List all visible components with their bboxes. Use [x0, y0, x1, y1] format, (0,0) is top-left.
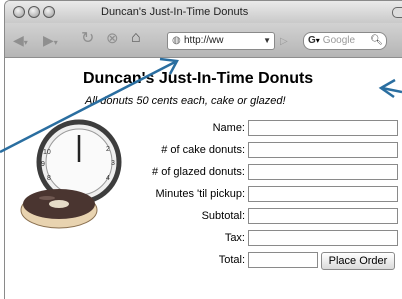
clock-donut-illustration: 10 9 8 2 3 4	[20, 119, 122, 229]
clock-numeral: 3	[111, 160, 115, 167]
pickup-minutes-input[interactable]	[248, 186, 398, 202]
arrow-left-icon: ◀	[13, 32, 24, 48]
go-icon: ▷	[280, 36, 288, 47]
search-field[interactable]: G▾ Google 🔍︎	[303, 32, 387, 50]
form-label: Total:	[218, 254, 245, 266]
glazed-donuts-input[interactable]	[248, 164, 398, 180]
clock-numeral: 9	[41, 161, 45, 168]
home-icon: ⌂	[131, 29, 141, 46]
form-label: Minutes 'til pickup:	[155, 188, 245, 200]
reload-button[interactable]: ↻	[81, 30, 95, 47]
toolbar-toggle-button[interactable]	[392, 7, 402, 18]
forward-button[interactable]: ▶▾	[43, 33, 58, 50]
cake-donuts-input[interactable]	[248, 142, 398, 158]
reload-icon: ↻	[81, 30, 95, 47]
tax-field	[248, 230, 398, 246]
page-heading: Duncan's Just-In-Time Donuts	[83, 70, 314, 87]
address-bar[interactable]: ◍ http://ww ▼	[167, 32, 275, 50]
clock-numeral: 8	[47, 175, 51, 182]
subtotal-field	[248, 208, 398, 224]
form-label: Tax:	[224, 232, 245, 244]
browser-window: Duncan's Just-In-Time Donuts ◀▾ ▶▾ ↻ ⊗ ⌂…	[4, 0, 402, 299]
stop-icon: ⊗	[106, 30, 119, 47]
stop-button[interactable]: ⊗	[106, 30, 119, 47]
name-input[interactable]	[248, 120, 398, 136]
window-title: Duncan's Just-In-Time Donuts	[101, 6, 249, 18]
go-button[interactable]: ▷	[280, 36, 288, 47]
home-button[interactable]: ⌂	[131, 29, 141, 46]
url-history-dropdown-icon[interactable]: ▼	[263, 33, 271, 49]
form-label: # of glazed donuts:	[152, 166, 245, 178]
close-window-button[interactable]	[13, 6, 25, 18]
donut-icon	[20, 189, 98, 229]
back-button[interactable]: ◀▾	[13, 33, 28, 50]
form-label: Subtotal:	[201, 210, 245, 222]
zoom-window-button[interactable]	[43, 6, 55, 18]
search-placeholder: Google	[322, 35, 356, 46]
form-label: # of cake donuts:	[161, 144, 245, 156]
search-engine-selector[interactable]: G	[308, 35, 316, 46]
minimize-window-button[interactable]	[28, 6, 40, 18]
globe-icon: ◍	[172, 35, 181, 46]
total-field	[248, 252, 318, 268]
browser-toolbar: ◀▾ ▶▾ ↻ ⊗ ⌂ ◍ http://ww ▼ ▷ G▾ Google 🔍︎	[5, 23, 402, 58]
form-label: Name:	[212, 122, 245, 134]
web-page: Duncan's Just-In-Time Donuts All donuts …	[5, 58, 402, 299]
title-bar: Duncan's Just-In-Time Donuts	[5, 1, 402, 23]
clock-numeral: 10	[43, 149, 51, 156]
place-order-button[interactable]: Place Order	[321, 252, 395, 270]
search-icon: 🔍︎	[370, 35, 383, 46]
url-text: http://ww	[184, 35, 224, 46]
page-subheading: All donuts 50 cents each, cake or glazed…	[85, 95, 286, 107]
arrow-right-icon: ▶	[43, 32, 54, 48]
clock-numeral: 4	[106, 175, 110, 182]
clock-numeral: 2	[106, 146, 110, 153]
